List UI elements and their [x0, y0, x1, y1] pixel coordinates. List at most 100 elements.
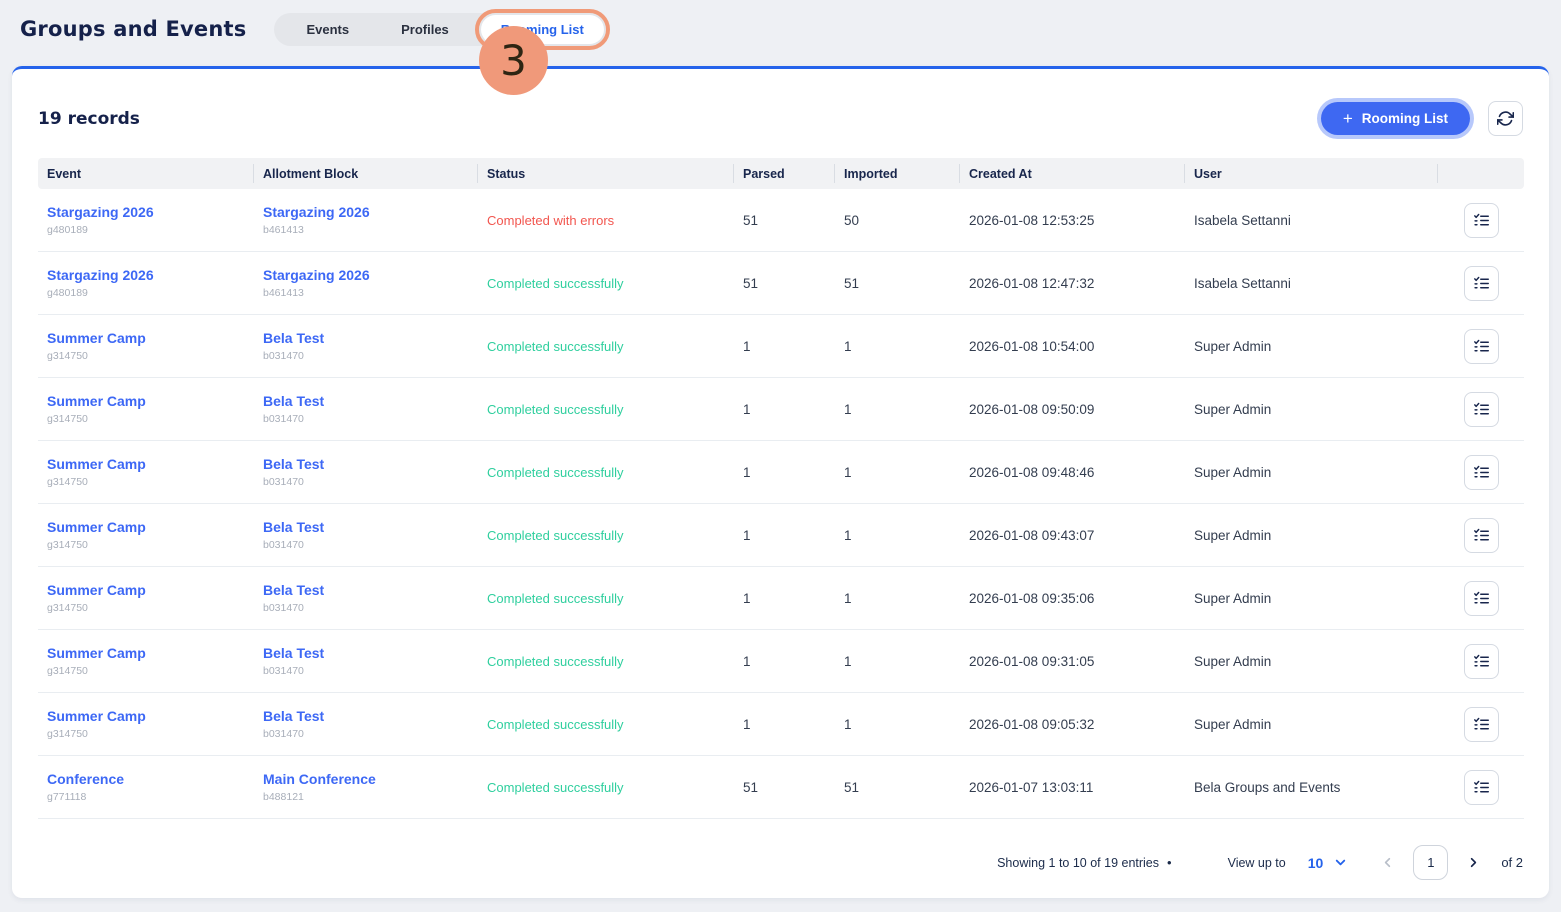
- row-details-button[interactable]: [1464, 455, 1499, 490]
- parsed-count: 1: [734, 528, 835, 543]
- status-text: Completed successfully: [487, 465, 624, 480]
- allotment-block-link[interactable]: Bela Test: [263, 519, 469, 535]
- add-rooming-list-label: Rooming List: [1362, 111, 1448, 126]
- allotment-block-code: b031470: [263, 350, 469, 362]
- showing-entries-text: Showing 1 to 10 of 19 entries: [997, 856, 1159, 870]
- allotment-block-link[interactable]: Bela Test: [263, 330, 469, 346]
- row-details-button[interactable]: [1464, 329, 1499, 364]
- table-row: Conference g771118 Main Conference b4881…: [38, 756, 1524, 819]
- table-row: Summer Camp g314750 Bela Test b031470 Co…: [38, 504, 1524, 567]
- status-text: Completed successfully: [487, 780, 624, 795]
- event-link[interactable]: Stargazing 2026: [47, 267, 245, 283]
- event-code: g314750: [47, 350, 245, 362]
- checklist-icon: [1473, 401, 1490, 418]
- column-header-parsed: Parsed: [734, 164, 835, 183]
- chevron-left-icon: [1380, 855, 1395, 870]
- created-at: 2026-01-08 09:43:07: [960, 528, 1185, 543]
- parsed-count: 51: [734, 213, 835, 228]
- event-link[interactable]: Conference: [47, 771, 245, 787]
- status-text: Completed successfully: [487, 717, 624, 732]
- panel-header: 19 records + Rooming List: [38, 101, 1523, 136]
- column-header-actions: [1438, 164, 1524, 183]
- allotment-block-link[interactable]: Bela Test: [263, 645, 469, 661]
- created-at: 2026-01-08 09:50:09: [960, 402, 1185, 417]
- row-details-button[interactable]: [1464, 392, 1499, 427]
- imported-count: 1: [835, 654, 960, 669]
- user-name: Super Admin: [1185, 339, 1438, 354]
- column-header-allotment-block: Allotment Block: [254, 164, 478, 183]
- parsed-count: 1: [734, 717, 835, 732]
- table-row: Summer Camp g314750 Bela Test b031470 Co…: [38, 378, 1524, 441]
- refresh-icon: [1497, 110, 1514, 127]
- previous-page-button[interactable]: [1376, 851, 1399, 874]
- allotment-block-link[interactable]: Bela Test: [263, 456, 469, 472]
- user-name: Super Admin: [1185, 528, 1438, 543]
- row-details-button[interactable]: [1464, 707, 1499, 742]
- imported-count: 1: [835, 402, 960, 417]
- row-details-button[interactable]: [1464, 266, 1499, 301]
- event-link[interactable]: Summer Camp: [47, 330, 245, 346]
- tab-bar: Events Profiles Rooming List: [274, 13, 607, 46]
- allotment-block-code: b031470: [263, 602, 469, 614]
- event-link[interactable]: Summer Camp: [47, 708, 245, 724]
- imported-count: 1: [835, 528, 960, 543]
- top-bar: Groups and Events Events Profiles Roomin…: [0, 0, 1561, 54]
- allotment-block-code: b461413: [263, 287, 469, 299]
- user-name: Isabela Settanni: [1185, 213, 1438, 228]
- event-link[interactable]: Summer Camp: [47, 456, 245, 472]
- status-text: Completed successfully: [487, 402, 624, 417]
- row-details-button[interactable]: [1464, 644, 1499, 679]
- allotment-block-link[interactable]: Bela Test: [263, 393, 469, 409]
- tab-profiles[interactable]: Profiles: [375, 22, 475, 37]
- event-link[interactable]: Stargazing 2026: [47, 204, 245, 220]
- row-details-button[interactable]: [1464, 770, 1499, 805]
- event-link[interactable]: Summer Camp: [47, 519, 245, 535]
- event-link[interactable]: Summer Camp: [47, 645, 245, 661]
- current-page-input[interactable]: 1: [1413, 845, 1448, 880]
- allotment-block-link[interactable]: Stargazing 2026: [263, 204, 469, 220]
- row-details-button[interactable]: [1464, 203, 1499, 238]
- event-link[interactable]: Summer Camp: [47, 582, 245, 598]
- checklist-icon: [1473, 338, 1490, 355]
- parsed-count: 1: [734, 654, 835, 669]
- imported-count: 50: [835, 213, 960, 228]
- table-row: Summer Camp g314750 Bela Test b031470 Co…: [38, 441, 1524, 504]
- created-at: 2026-01-08 09:48:46: [960, 465, 1185, 480]
- add-rooming-list-button[interactable]: + Rooming List: [1321, 102, 1470, 135]
- next-page-button[interactable]: [1462, 851, 1485, 874]
- imported-count: 1: [835, 591, 960, 606]
- column-header-user: User: [1185, 164, 1438, 183]
- tab-events[interactable]: Events: [280, 22, 375, 37]
- allotment-block-link[interactable]: Bela Test: [263, 582, 469, 598]
- created-at: 2026-01-08 09:31:05: [960, 654, 1185, 669]
- entries-dot: •: [1167, 855, 1172, 870]
- parsed-count: 1: [734, 591, 835, 606]
- event-code: g480189: [47, 287, 245, 299]
- allotment-block-link[interactable]: Bela Test: [263, 708, 469, 724]
- checklist-icon: [1473, 779, 1490, 796]
- checklist-icon: [1473, 716, 1490, 733]
- table-body: Stargazing 2026 g480189 Stargazing 2026 …: [38, 189, 1524, 819]
- page-size-select[interactable]: 10: [1308, 855, 1349, 871]
- checklist-icon: [1473, 653, 1490, 670]
- records-count: 19 records: [38, 109, 140, 129]
- imported-count: 1: [835, 339, 960, 354]
- allotment-block-link[interactable]: Stargazing 2026: [263, 267, 469, 283]
- imported-count: 1: [835, 465, 960, 480]
- allotment-block-link[interactable]: Main Conference: [263, 771, 469, 787]
- chevron-right-icon: [1466, 855, 1481, 870]
- user-name: Super Admin: [1185, 465, 1438, 480]
- table-row: Summer Camp g314750 Bela Test b031470 Co…: [38, 630, 1524, 693]
- created-at: 2026-01-08 12:53:25: [960, 213, 1185, 228]
- table-row: Summer Camp g314750 Bela Test b031470 Co…: [38, 315, 1524, 378]
- table-row: Stargazing 2026 g480189 Stargazing 2026 …: [38, 189, 1524, 252]
- row-details-button[interactable]: [1464, 581, 1499, 616]
- allotment-block-code: b031470: [263, 665, 469, 677]
- row-details-button[interactable]: [1464, 518, 1499, 553]
- event-link[interactable]: Summer Camp: [47, 393, 245, 409]
- column-header-status: Status: [478, 164, 734, 183]
- status-text: Completed successfully: [487, 654, 624, 669]
- refresh-button[interactable]: [1488, 101, 1523, 136]
- allotment-block-code: b488121: [263, 791, 469, 803]
- user-name: Super Admin: [1185, 717, 1438, 732]
